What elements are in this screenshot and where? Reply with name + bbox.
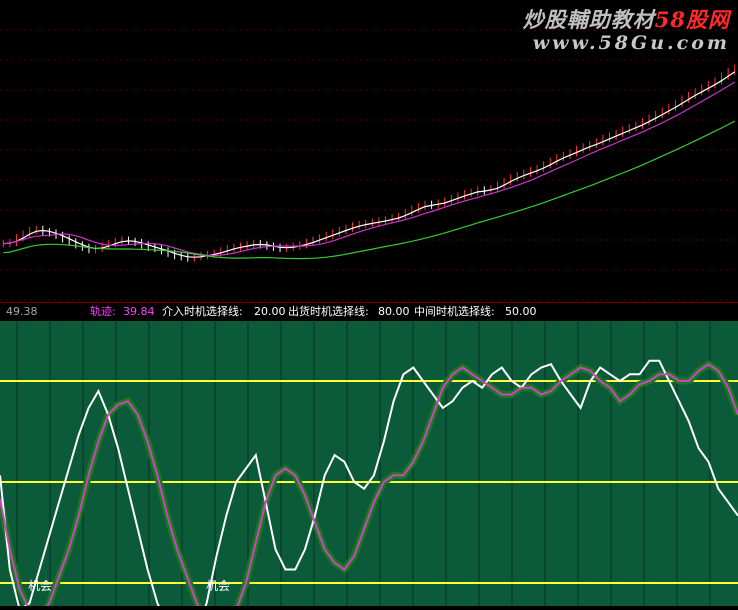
signal-label: 机会 — [206, 579, 231, 593]
price-scale-value: 49.38 — [6, 305, 38, 318]
track-value: 39.84 — [123, 305, 155, 318]
exit-line-value: 80.00 — [378, 305, 410, 318]
mid-line-label: 中间时机选择线: — [414, 305, 495, 318]
entry-line-value: 20.00 — [254, 305, 286, 318]
indicator-background — [0, 321, 738, 606]
exit-line-label: 出货时机选择线: — [288, 305, 369, 318]
ma-mid-line — [3, 81, 736, 257]
watermark-brand-accent: 58股网 — [654, 7, 730, 32]
entry-line-label: 介入时机选择线: — [162, 305, 243, 318]
track-label: 轨迹: — [90, 305, 116, 318]
watermark-url: www.58Gu.com — [532, 32, 730, 54]
indicator-info-bar: 49.38 轨迹: 39.84 介入时机选择线: 20.00 出货时机选择线: … — [0, 303, 738, 321]
mid-line-value: 50.00 — [505, 305, 537, 318]
watermark-brand: 炒股輔助教材58股网 — [523, 4, 730, 34]
indicator-chart-panel[interactable]: 机会 机会 — [0, 321, 738, 610]
ma-slow-line — [3, 120, 735, 260]
signal-label: 机会 — [28, 579, 53, 593]
indicator-chart-svg — [0, 321, 738, 610]
price-chart-panel[interactable]: 炒股輔助教材58股网 www.58Gu.com — [0, 0, 738, 302]
watermark-brand-prefix: 炒股輔助教材 — [522, 7, 655, 32]
